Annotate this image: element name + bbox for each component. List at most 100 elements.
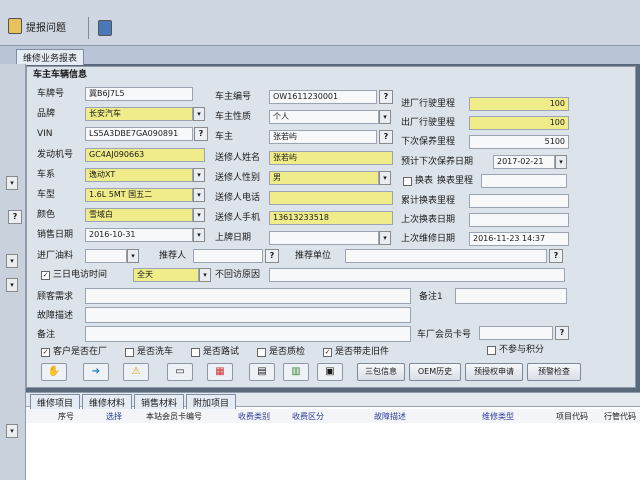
member-card-help-icon[interactable]: ? [555,326,569,340]
arrow-right-icon[interactable]: ➔ [83,363,109,381]
tab-sales-materials[interactable]: 销售材料 [134,394,185,410]
no-callback-field[interactable] [269,268,565,282]
no-points-checkbox[interactable] [487,346,496,355]
fault-field[interactable] [85,307,411,323]
calendar-icon[interactable]: ▦ [207,363,233,381]
sale-date-dropdown[interactable]: ▾ [193,228,205,242]
monitor-icon[interactable]: ▣ [317,363,343,381]
next-date-dropdown[interactable]: ▾ [555,155,567,169]
report-problem-button[interactable]: 提报问题 [8,18,66,34]
section-title: 车主车辆信息 [33,70,88,80]
plate-label: 车牌号 [37,89,65,99]
engine-field[interactable]: GC4AJ090663 [85,148,205,162]
change-mileage-label: 换表里程 [437,176,474,186]
bottom-tab-strip: 维修项目 维修材料 销售材料 附加项目 [26,393,640,410]
sender-mobile-field[interactable]: 13613233518 [269,211,393,225]
remark1-field[interactable] [455,288,567,304]
recommender-field[interactable] [193,249,263,263]
callback-dropdown[interactable]: ▾ [199,268,211,282]
plate-field[interactable]: 冀B6J7L5 [85,87,193,101]
sender-phone-field[interactable] [269,191,393,205]
handshake-icon[interactable]: ✋ [41,363,67,381]
vin-label: VIN [37,129,53,139]
recommender-help-icon[interactable]: ? [265,249,279,263]
report-icon[interactable]: ▤ [249,363,275,381]
in-mileage-field[interactable]: 100 [469,97,569,111]
col-select: 选择 [106,412,122,421]
total-change-field[interactable] [469,194,569,208]
plate-date-field[interactable] [269,231,379,245]
model-dropdown[interactable]: ▾ [193,188,205,202]
brand-label: 品牌 [37,109,56,119]
owner-no-field[interactable]: OW1611230001 [269,90,377,104]
auth-apply-button[interactable]: 预授权申请 [465,363,523,381]
warning-icon[interactable]: ⚠ [123,363,149,381]
fuel-field[interactable] [85,249,127,263]
oem-history-button[interactable]: OEM历史 [409,363,461,381]
sale-date-field[interactable]: 2016-10-31 [85,228,193,242]
last-repair-field[interactable]: 2016-11-23 14:37 [469,232,569,246]
road-test-checkbox[interactable] [191,348,200,357]
remark-label: 备注 [37,330,56,340]
book-icon[interactable] [98,20,112,36]
plate-date-dropdown[interactable]: ▾ [379,231,391,245]
sender-name-field[interactable]: 张若屿 [269,151,393,165]
take-old-label: 是否带走旧件 [335,347,390,357]
owner-help-icon[interactable]: ? [379,130,393,144]
wash-checkbox[interactable] [125,348,134,357]
three-pack-button[interactable]: 三包信息 [357,363,405,381]
document-icon[interactable]: ▥ [283,363,309,381]
rec-unit-help-icon[interactable]: ? [549,249,563,263]
rec-unit-field[interactable] [345,249,547,263]
next-date-field[interactable]: 2017-02-21 [493,155,555,169]
left-dropdown-2[interactable]: ▾ [6,254,18,268]
out-mileage-field[interactable]: 100 [469,116,569,130]
vin-field[interactable]: LS5A3DBE7GA090891 [85,127,193,141]
in-shop-checkbox[interactable]: ✓ [41,348,50,357]
left-dropdown-1[interactable]: ▾ [6,176,18,190]
take-old-checkbox[interactable]: ✓ [323,348,332,357]
callback-checkbox[interactable]: ✓ [41,271,50,280]
next-maint-label: 下次保养里程 [401,137,456,147]
tab-strip: 维修业务报表 [0,46,640,65]
tab-repair-materials[interactable]: 维修材料 [82,394,133,410]
plate-date-label: 上牌日期 [215,233,252,243]
left-dropdown-4[interactable]: ▾ [6,424,18,438]
tab-repair-report[interactable]: 维修业务报表 [16,49,85,65]
next-maint-field[interactable]: 5100 [469,135,569,149]
last-change-field[interactable] [469,213,569,227]
color-dropdown[interactable]: ▾ [193,208,205,222]
left-dropdown-3[interactable]: ▾ [6,278,18,292]
sale-date-label: 销售日期 [37,230,74,240]
member-card-field[interactable] [479,326,553,340]
callback-label: 三日电访时间 [53,270,108,280]
color-label: 颜色 [37,210,56,220]
vin-help-icon[interactable]: ? [194,127,208,141]
sender-gender-field[interactable]: 男 [269,171,379,185]
owner-type-dropdown[interactable]: ▾ [379,110,391,124]
sender-gender-dropdown[interactable]: ▾ [379,171,391,185]
change-table-checkbox[interactable] [403,177,412,186]
chat-icon[interactable]: ▭ [167,363,193,381]
owner-type-field[interactable]: 个人 [269,110,379,124]
tab-repair-items[interactable]: 维修项目 [30,394,81,410]
fuel-dropdown[interactable]: ▾ [127,249,139,263]
model-label: 车型 [37,190,56,200]
quality-checkbox[interactable] [257,348,266,357]
brand-field[interactable]: 长安汽车 [85,107,193,121]
remark-field[interactable] [85,326,411,342]
series-dropdown[interactable]: ▾ [193,168,205,182]
owner-no-help-icon[interactable]: ? [379,90,393,104]
wash-label: 是否洗车 [137,347,174,357]
change-mileage-field[interactable] [481,174,567,188]
customer-need-field[interactable] [85,288,411,304]
owner-field[interactable]: 张若屿 [269,130,377,144]
callback-field[interactable]: 全天 [133,268,199,282]
left-help-icon[interactable]: ? [8,210,22,224]
color-field[interactable]: 雪域白 [85,208,193,222]
tab-extra-items[interactable]: 附加项目 [186,394,237,410]
model-field[interactable]: 1.6L 5MT 国五二 [85,188,193,202]
pre-check-button[interactable]: 预警检查 [527,363,581,381]
brand-dropdown[interactable]: ▾ [193,107,205,121]
series-field[interactable]: 逸动XT [85,168,193,182]
